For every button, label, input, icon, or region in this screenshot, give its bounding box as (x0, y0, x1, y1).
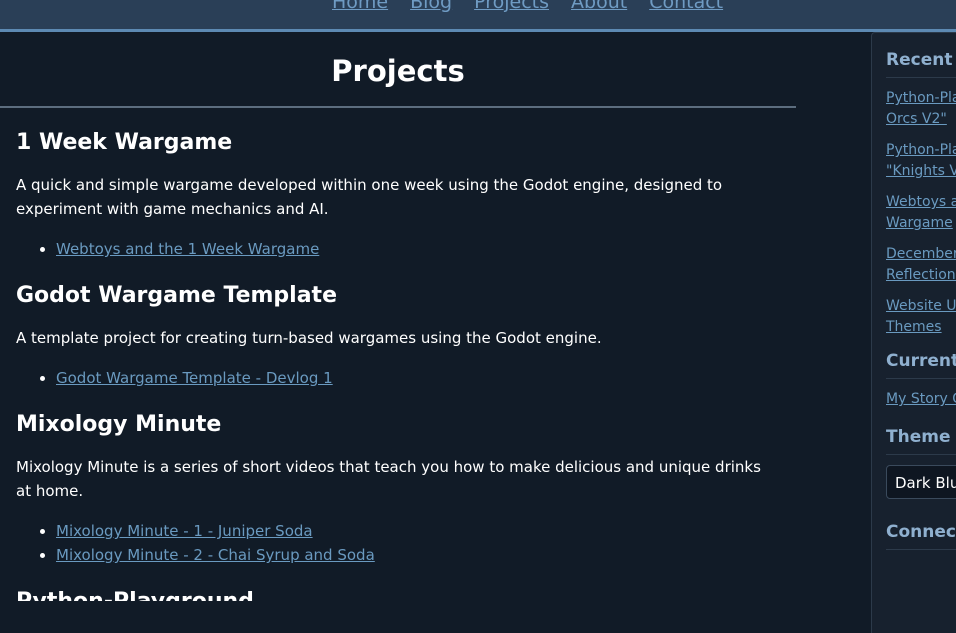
project-description: A quick and simple wargame developed wit… (16, 176, 723, 218)
sidebar-heading-currently: Currently (886, 348, 956, 379)
sidebar-currently: Currently My Story G (872, 348, 956, 410)
project-godot-wargame-template: Godot Wargame Template A template projec… (16, 281, 780, 390)
project-mixology-minute: Mixology Minute Mixology Minute is a ser… (16, 410, 780, 567)
list-item: Mixology Minute - 1 - Juniper Soda (56, 519, 780, 543)
nav-list: Home Blog Projects About Contact (332, 0, 723, 13)
top-navigation: Home Blog Projects About Contact (0, 0, 956, 32)
sidebar-connect: Connect (872, 499, 956, 550)
currently-list: My Story G (886, 379, 956, 410)
sidebar: Recent P Python-Pla Orcs V2" Python-Pla … (871, 32, 956, 633)
page-title: Projects (0, 32, 796, 108)
list-item: Mixology Minute - 2 - Chai Syrup and Sod… (56, 543, 780, 567)
nav-link-projects[interactable]: Projects (474, 0, 549, 13)
project-link[interactable]: Mixology Minute - 1 - Juniper Soda (56, 522, 313, 540)
recent-posts-list: Python-Pla Orcs V2" Python-Pla "Knights … (886, 78, 956, 338)
list-item: Python-Pla "Knights V (886, 140, 956, 182)
sidebar-recent-posts: Recent P Python-Pla Orcs V2" Python-Pla … (872, 33, 956, 338)
main-content: Projects 1 Week Wargame A quick and simp… (0, 32, 796, 601)
project-link[interactable]: Godot Wargame Template - Devlog 1 (56, 369, 333, 387)
recent-post-link[interactable]: Webtoys a Wargame (886, 194, 956, 231)
project-description: Mixology Minute is a series of short vid… (16, 458, 761, 500)
nav-link-blog[interactable]: Blog (410, 0, 452, 13)
list-item: Godot Wargame Template - Devlog 1 (56, 366, 780, 390)
project-title: Python-Playground (16, 587, 780, 601)
project-description: A template project for creating turn-bas… (16, 329, 602, 347)
list-item: Webtoys and the 1 Week Wargame (56, 237, 780, 261)
list-item: Python-Pla Orcs V2" (886, 88, 956, 130)
project-link[interactable]: Mixology Minute - 2 - Chai Syrup and Sod… (56, 546, 375, 564)
sidebar-heading-recent: Recent P (886, 47, 956, 78)
list-item: My Story G (886, 389, 956, 410)
projects-list: 1 Week Wargame A quick and simple wargam… (0, 128, 796, 601)
nav-link-about[interactable]: About (571, 0, 627, 13)
project-1-week-wargame: 1 Week Wargame A quick and simple wargam… (16, 128, 780, 261)
sidebar-heading-connect: Connect (886, 519, 956, 550)
recent-post-link[interactable]: Website U Themes (886, 298, 956, 335)
project-title: 1 Week Wargame (16, 130, 233, 155)
currently-link[interactable]: My Story G (886, 391, 956, 407)
list-item: December Reflections (886, 244, 956, 286)
sidebar-theme: Theme Dark Blue (872, 420, 956, 499)
project-title: Godot Wargame Template (16, 283, 337, 308)
nav-link-home[interactable]: Home (332, 0, 388, 13)
recent-post-link[interactable]: Python-Pla Orcs V2" (886, 90, 956, 127)
project-links: Mixology Minute - 1 - Juniper Soda Mixol… (16, 519, 780, 567)
project-links: Godot Wargame Template - Devlog 1 (16, 366, 780, 390)
theme-select[interactable]: Dark Blue (886, 465, 956, 499)
list-item: Website U Themes (886, 296, 956, 338)
list-item: Webtoys a Wargame (886, 192, 956, 234)
project-title: Mixology Minute (16, 412, 222, 437)
recent-post-link[interactable]: December Reflections (886, 246, 956, 283)
sidebar-heading-theme: Theme (886, 424, 956, 455)
recent-post-link[interactable]: Python-Pla "Knights V (886, 142, 956, 179)
project-python-playground: Python-Playground (16, 587, 780, 601)
project-link[interactable]: Webtoys and the 1 Week Wargame (56, 240, 319, 258)
project-links: Webtoys and the 1 Week Wargame (16, 237, 780, 261)
nav-link-contact[interactable]: Contact (649, 0, 723, 13)
